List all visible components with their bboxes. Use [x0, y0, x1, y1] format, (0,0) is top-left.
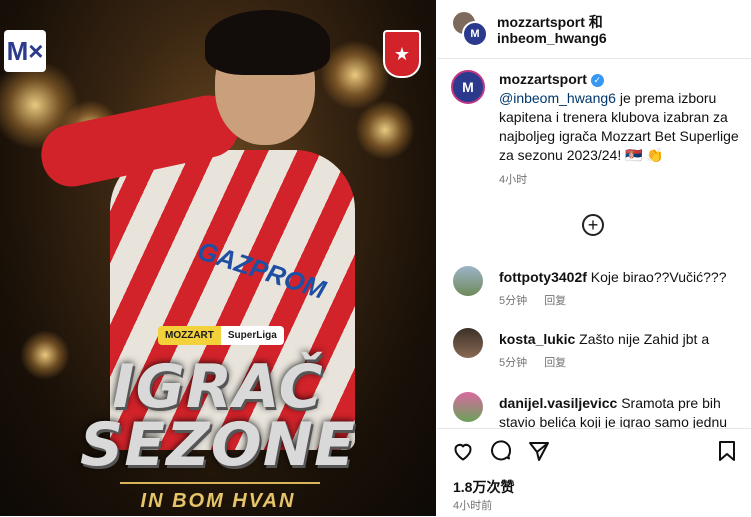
comment-meta: 5分钟 回复 — [499, 292, 580, 308]
post-header: M mozzartsport 和 inbeom_hwang6 — [437, 0, 751, 59]
comment-icon[interactable] — [489, 439, 513, 463]
comment-username[interactable]: kosta_lukic — [499, 331, 575, 347]
comment-text: fottpoty3402f Koje birao??Vučić??? — [499, 268, 744, 287]
comment-item: fottpoty3402f Koje birao??Vučić??? 5分钟 回… — [451, 266, 741, 312]
divider — [120, 482, 320, 484]
heart-icon[interactable] — [451, 439, 475, 463]
like-count[interactable]: 1.8万次赞 — [453, 477, 514, 497]
avatar[interactable] — [453, 328, 483, 358]
reply-button[interactable]: 回复 — [544, 295, 566, 307]
share-icon[interactable] — [527, 439, 551, 463]
caption-mention[interactable]: @inbeom_hwang6 — [499, 90, 616, 106]
mozzart-logo: M× — [4, 30, 46, 72]
player-name: IN BOM HVAN — [140, 490, 296, 512]
load-more-comments-icon[interactable]: + — [582, 214, 604, 236]
comment-time: 5分钟 — [499, 295, 528, 307]
collab-avatars[interactable]: M — [451, 10, 488, 47]
comment-item: kosta_lukic Zašto nije Zahid jbt a 5分钟 回… — [451, 328, 741, 374]
caption-time: 4小时 — [499, 174, 528, 186]
avatar[interactable]: M — [451, 70, 485, 104]
league-badge: MOZZART SuperLiga — [158, 326, 284, 345]
post-side-panel: M mozzartsport 和 inbeom_hwang6 M mozzart… — [437, 0, 751, 517]
header-author-2[interactable]: inbeom_hwang6 — [497, 30, 607, 46]
header-author-1[interactable]: mozzartsport 和 — [497, 12, 603, 32]
comment-body: Zašto nije Zahid jbt a — [579, 331, 710, 347]
post-time: 4小时前 — [453, 500, 493, 512]
bookmark-icon[interactable] — [715, 439, 739, 463]
verified-icon: ✓ — [590, 74, 604, 87]
comment-text: kosta_lukic Zašto nije Zahid jbt a — [499, 330, 744, 349]
comment-text: danijel.vasiljevicc Sramota pre bih stav… — [499, 394, 744, 430]
badge-superliga: SuperLiga — [220, 326, 284, 345]
comment-username[interactable]: fottpoty3402f — [499, 269, 587, 285]
comment-meta: 5分钟 回复 — [499, 354, 580, 370]
club-crest-icon: ★ — [383, 30, 421, 78]
avatar[interactable] — [453, 392, 483, 422]
headline-line-2: SEZONE — [80, 410, 356, 480]
post-image[interactable]: M× ★ GAZPROM MOZZART SuperLiga IGRAČ SEZ… — [0, 0, 436, 516]
badge-mozzart: MOZZART — [158, 326, 221, 345]
post-actions: 1.8万次赞 4小时前 — [437, 428, 751, 517]
comment-username[interactable]: danijel.vasiljevicc — [499, 395, 617, 411]
avatar[interactable]: M — [462, 21, 488, 47]
avatar[interactable] — [453, 266, 483, 296]
caption-body: mozzartsport ✓ @inbeom_hwang6 je prema i… — [499, 70, 744, 190]
player-hair — [205, 10, 330, 75]
reply-button[interactable]: 回复 — [544, 357, 566, 369]
stadium-light — [355, 100, 415, 160]
comment-body: Koje birao??Vučić??? — [590, 269, 727, 285]
comment-time: 5分钟 — [499, 357, 528, 369]
caption-username[interactable]: mozzartsport — [499, 71, 587, 87]
